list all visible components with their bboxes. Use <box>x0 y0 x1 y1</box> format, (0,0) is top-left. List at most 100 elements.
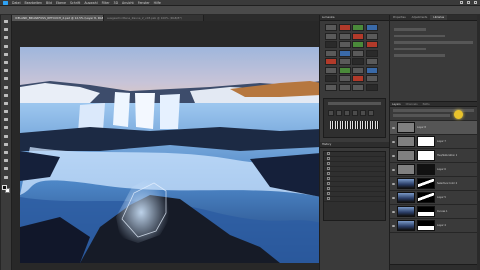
layer-row[interactable]: Hue/Saturation 1 <box>390 149 477 163</box>
visibility-eye-icon[interactable] <box>392 168 395 171</box>
dodge-tool-icon[interactable] <box>3 125 9 130</box>
menu-item-file[interactable]: Datei <box>12 1 21 5</box>
preset-button[interactable] <box>325 58 337 65</box>
layer-mask-thumbnail[interactable] <box>417 150 435 161</box>
visibility-eye-icon[interactable] <box>392 126 395 129</box>
preset-button[interactable] <box>325 49 337 57</box>
waterfall-photo[interactable] <box>20 47 321 263</box>
visibility-eye-icon[interactable] <box>392 224 395 227</box>
checkbox-icon[interactable] <box>327 167 330 170</box>
layer-mask-thumbnail[interactable] <box>417 220 435 231</box>
preset-button[interactable] <box>365 66 378 74</box>
eyedropper-tool-icon[interactable] <box>3 60 9 65</box>
layer-name[interactable]: Layer 4 <box>437 224 446 227</box>
preset-button[interactable] <box>365 24 378 31</box>
properties-field[interactable] <box>394 47 426 50</box>
layer-row[interactable]: Layer 8 <box>390 121 477 135</box>
checkbox-icon[interactable] <box>327 177 330 180</box>
checkbox-icon[interactable] <box>327 192 330 195</box>
visibility-eye-icon[interactable] <box>392 196 395 199</box>
menu-item-layer[interactable]: Ebene <box>56 1 66 5</box>
preset-button[interactable] <box>325 24 337 31</box>
menu-item-select[interactable]: Auswahl <box>84 1 97 5</box>
zone-slider[interactable] <box>328 101 381 105</box>
layer-name[interactable]: Layer 7 <box>437 140 446 143</box>
tab-channels[interactable]: Channels <box>406 103 418 106</box>
layer-row[interactable]: Layer 5 <box>390 191 477 205</box>
tab-libraries[interactable]: Libraries <box>430 15 448 20</box>
zone-icon[interactable] <box>328 109 334 116</box>
layer-mask-thumbnail[interactable] <box>417 164 435 175</box>
layer-name[interactable]: Layer 8 <box>417 126 426 129</box>
foreground-color-swatch[interactable] <box>2 184 7 190</box>
pen-tool-icon[interactable] <box>3 134 9 139</box>
layer-name[interactable]: Curves 1 <box>437 210 448 213</box>
layer-name[interactable]: Selective Color 2 <box>437 182 457 185</box>
tab-layers[interactable]: Layers <box>392 103 401 106</box>
zoom-tool-icon[interactable] <box>3 175 9 180</box>
preset-button[interactable] <box>352 58 364 65</box>
preset-button[interactable] <box>325 75 337 82</box>
visibility-eye-icon[interactable] <box>392 154 395 157</box>
preset-button[interactable] <box>338 58 351 65</box>
checkbox-icon[interactable] <box>327 182 330 185</box>
preset-button[interactable] <box>352 75 364 82</box>
history-brush-tool-icon[interactable] <box>3 93 9 98</box>
layer-thumbnail[interactable] <box>397 122 415 133</box>
shape-tool-icon[interactable] <box>3 158 9 163</box>
quick-select-tool-icon[interactable] <box>3 44 9 49</box>
visibility-eye-icon[interactable] <box>392 182 395 185</box>
checkbox-icon[interactable] <box>327 172 330 175</box>
preset-button[interactable] <box>365 75 378 82</box>
zone-icon[interactable] <box>352 109 358 116</box>
preset-button[interactable] <box>352 66 364 74</box>
checkbox-icon[interactable] <box>327 187 330 190</box>
tab-adjustments[interactable]: Adjustments <box>409 15 431 20</box>
menu-item-help[interactable]: Hilfe <box>154 1 161 5</box>
layer-thumbnail[interactable] <box>397 220 415 231</box>
layer-thumbnail[interactable] <box>397 178 415 189</box>
menu-item-type[interactable]: Schrift <box>70 1 80 5</box>
layer-mask-thumbnail[interactable] <box>417 136 435 147</box>
preset-button[interactable] <box>352 49 364 57</box>
checkbox-icon[interactable] <box>327 152 330 155</box>
preset-button[interactable] <box>365 83 378 91</box>
preset-button[interactable] <box>338 75 351 82</box>
layer-name[interactable]: Hue/Saturation 1 <box>437 154 457 157</box>
layer-mask-thumbnail[interactable] <box>417 178 435 189</box>
menu-item-3d[interactable]: 3D <box>114 1 118 5</box>
layer-name[interactable]: Layer 5 <box>437 196 446 199</box>
preset-button[interactable] <box>338 66 351 74</box>
layer-row[interactable]: Curves 1 <box>390 205 477 219</box>
luminosity-zone-strip[interactable] <box>324 118 385 132</box>
visibility-eye-icon[interactable] <box>392 210 395 213</box>
layer-row[interactable]: Selective Color 2 <box>390 177 477 191</box>
layer-thumbnail[interactable] <box>397 192 415 203</box>
preset-button[interactable] <box>325 83 337 91</box>
brush-tool-icon[interactable] <box>3 76 9 81</box>
preset-button[interactable] <box>365 58 378 65</box>
preset-button[interactable] <box>365 41 378 48</box>
tab-properties[interactable]: Properties <box>390 15 409 20</box>
menu-item-window[interactable]: Fenster <box>138 1 150 5</box>
lasso-tool-icon[interactable] <box>3 35 9 40</box>
zone-icon[interactable] <box>368 109 374 116</box>
layer-row[interactable]: Layer 7 <box>390 135 477 149</box>
blur-tool-icon[interactable] <box>3 117 9 122</box>
menu-item-view[interactable]: Ansicht <box>122 1 134 5</box>
preset-button[interactable] <box>325 41 337 48</box>
zone-icon[interactable] <box>344 109 350 116</box>
layer-thumbnail[interactable] <box>397 150 415 161</box>
preset-button[interactable] <box>338 32 351 40</box>
checkbox-icon[interactable] <box>327 197 330 200</box>
crop-tool-icon[interactable] <box>3 52 9 57</box>
layer-thumbnail[interactable] <box>397 206 415 217</box>
eraser-tool-icon[interactable] <box>3 101 9 106</box>
preset-button[interactable] <box>338 41 351 48</box>
healing-brush-tool-icon[interactable] <box>3 68 9 73</box>
blend-mode-select[interactable] <box>393 114 450 117</box>
layer-name[interactable]: Layer 6 <box>437 168 446 171</box>
layer-row[interactable]: Layer 4 <box>390 219 477 233</box>
layer-mask-thumbnail[interactable] <box>417 206 435 217</box>
properties-field[interactable] <box>394 41 473 44</box>
